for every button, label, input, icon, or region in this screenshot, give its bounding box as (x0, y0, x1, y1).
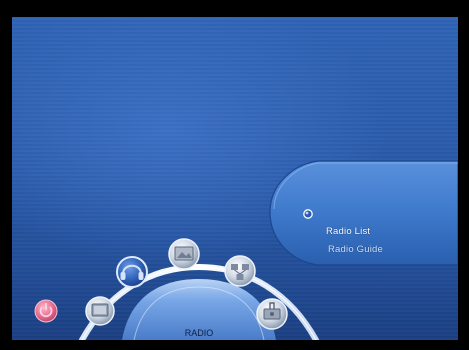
menu-item-label: Radio Guide (328, 244, 384, 255)
menu-selection-bullet (303, 209, 313, 219)
photo-dock-button[interactable] (168, 238, 200, 270)
tv-frame: Radio List Radio Guide RADIO (0, 0, 469, 350)
menu-item-radio-list[interactable]: Radio List (326, 226, 370, 237)
tv-dock-button[interactable] (85, 296, 115, 326)
photo-icon (174, 246, 194, 261)
network-dock-button[interactable] (224, 255, 256, 287)
dock-section-label: RADIO (184, 328, 214, 338)
menu-item-radio-guide[interactable]: Radio Guide (328, 244, 383, 255)
tv-icon (91, 303, 109, 317)
menu-screen: Radio List Radio Guide RADIO (12, 17, 458, 340)
headphones-dock-button[interactable] (116, 256, 148, 288)
menu-item-label: Radio List (326, 226, 371, 237)
settings-dock-button[interactable] (256, 298, 288, 330)
power-button[interactable] (34, 299, 58, 323)
menu-graphics (34, 160, 458, 340)
